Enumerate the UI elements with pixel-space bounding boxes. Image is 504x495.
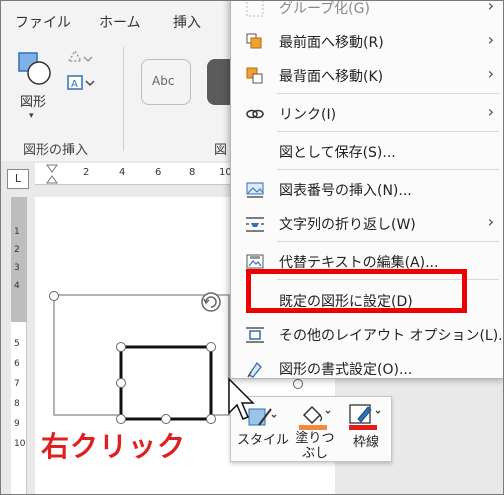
chevron-down-icon: ▾ <box>29 111 34 121</box>
insert-shapes-group: 図形 ▾ A <box>9 45 109 135</box>
send-to-back-icon <box>246 67 263 84</box>
menu-separator <box>277 169 499 170</box>
ruler-number: 3 <box>14 263 20 273</box>
insert-shapes-group-label: 図形の挿入 <box>23 143 89 158</box>
menu-item-send-to-back[interactable]: 最背面へ移動(K) › <box>231 58 503 92</box>
resize-handle[interactable] <box>116 378 126 388</box>
context-menu: グループ化(G) › 最前面へ移動(R) › 最背面へ移動(K) › リンク(I… <box>230 0 504 379</box>
mouse-cursor-icon <box>228 377 255 420</box>
ruler-number: 2 <box>83 167 90 178</box>
menu-item-label: リンク(I) <box>279 107 337 123</box>
menu-item-link[interactable]: リンク(I) › <box>231 96 503 130</box>
ruler-number: 4 <box>14 281 20 291</box>
chevron-right-icon: › <box>487 0 494 15</box>
menu-item-insert-caption[interactable]: 図表番号の挿入(N)... <box>231 172 503 206</box>
resize-handle[interactable] <box>161 414 171 424</box>
chevron-right-icon: › <box>487 102 494 121</box>
ruler-number: 9 <box>14 419 20 429</box>
menu-item-label: 図形の書式設定(O)... <box>279 362 413 378</box>
text-box-icon[interactable]: A <box>65 73 95 95</box>
resize-handle[interactable] <box>49 291 59 301</box>
resize-handle[interactable] <box>206 414 216 424</box>
fill-button-label: 塗りつ ぶし <box>293 431 337 461</box>
menu-item-label: 図として保存(S)... <box>279 145 396 161</box>
ruler-number: 2 <box>14 245 20 255</box>
tab-stop-selector[interactable]: L <box>7 169 29 189</box>
group-divider <box>123 47 124 151</box>
outline-button[interactable]: 枠線 <box>343 401 389 450</box>
menu-item-group[interactable]: グループ化(G) › <box>231 0 503 24</box>
resize-handle[interactable] <box>116 342 126 352</box>
fill-button[interactable]: 塗りつ ぶし <box>293 401 337 461</box>
fill-label-line1: 塗りつ <box>295 431 335 446</box>
vertical-ruler: 1 2 3 4 5 6 7 8 9 10 <box>11 197 27 494</box>
menu-separator <box>277 241 499 242</box>
shapes-button[interactable]: 図形 ▾ <box>13 47 53 121</box>
group-icon <box>246 1 264 17</box>
wrap-text-icon <box>246 217 264 232</box>
menu-item-label: グループ化(G) <box>279 1 370 17</box>
menu-separator <box>277 131 499 132</box>
tab-home[interactable]: ホーム <box>99 12 141 32</box>
edit-shape-icon[interactable] <box>65 47 95 69</box>
link-icon <box>246 109 264 119</box>
highlight-box <box>246 269 467 313</box>
shapes-button-label: 図形 <box>19 95 46 110</box>
menu-item-label: 最背面へ移動(K) <box>279 69 384 85</box>
shapes-icon <box>18 52 51 85</box>
ruler-number: 8 <box>189 167 196 178</box>
ruler-number: 8 <box>14 399 20 409</box>
menu-item-label: その他のレイアウト オプション(L)... <box>279 328 504 344</box>
fill-bucket-icon <box>299 405 331 430</box>
outline-pen-icon <box>349 404 381 430</box>
menu-item-format-shape[interactable]: 図形の書式設定(O)... <box>231 351 503 385</box>
ruler-number: 10 <box>14 439 26 449</box>
resize-handle[interactable] <box>206 342 216 352</box>
ruler-number: 6 <box>155 167 162 178</box>
shape-style-sample-label: Abc <box>152 74 175 88</box>
menu-item-save-as-picture[interactable]: 図として保存(S)... <box>231 134 503 168</box>
svg-text:A: A <box>71 79 78 90</box>
tab-insert[interactable]: 挿入 <box>173 12 201 32</box>
chevron-right-icon: › <box>487 30 494 49</box>
ruler-number: 5 <box>14 339 20 349</box>
menu-item-wrap-text[interactable]: 文字列の折り返し(W) › <box>231 206 503 240</box>
ruler-number: 4 <box>119 167 126 178</box>
menu-item-label: 文字列の折り返し(W) <box>279 217 416 233</box>
ribbon-tabs: ファイル ホーム 挿入 <box>1 1 241 39</box>
ruler-number: 1 <box>14 227 20 237</box>
layout-options-icon <box>246 327 264 343</box>
menu-item-bring-to-front[interactable]: 最前面へ移動(R) › <box>231 24 503 58</box>
ruler-number: 7 <box>14 379 20 389</box>
indent-marker-icon[interactable] <box>41 163 81 185</box>
bring-to-front-icon <box>246 33 262 49</box>
fill-label-line2: ぶし <box>301 446 328 461</box>
ruler-margin-area <box>11 197 27 322</box>
shape-style-sample[interactable]: Abc <box>141 59 191 105</box>
chevron-right-icon: › <box>487 64 494 83</box>
menu-item-label: 最前面へ移動(R) <box>279 35 384 51</box>
menu-separator <box>277 93 499 94</box>
outline-button-label: 枠線 <box>352 435 379 450</box>
right-click-annotation: 右クリック <box>41 430 187 463</box>
shape-styles-group-label: 図 <box>214 143 228 158</box>
resize-handle[interactable] <box>116 414 126 424</box>
ruler-number: 6 <box>14 359 20 369</box>
horizontal-ruler: 2 4 6 8 10 <box>35 163 235 185</box>
app-window: ファイル ホーム 挿入 図形 ▾ A 図形の挿入 Abc 図 L 2 4 6 8… <box>0 0 504 495</box>
insert-caption-icon <box>246 182 264 198</box>
format-shape-icon <box>247 361 262 378</box>
menu-item-label: 図表番号の挿入(N)... <box>279 183 412 199</box>
chevron-right-icon: › <box>487 212 494 231</box>
tab-file[interactable]: ファイル <box>15 12 71 32</box>
style-button-label: スタイル <box>237 433 290 448</box>
menu-item-more-layout-options[interactable]: その他のレイアウト オプション(L)... <box>231 317 504 351</box>
rotate-handle-icon[interactable] <box>197 288 225 316</box>
